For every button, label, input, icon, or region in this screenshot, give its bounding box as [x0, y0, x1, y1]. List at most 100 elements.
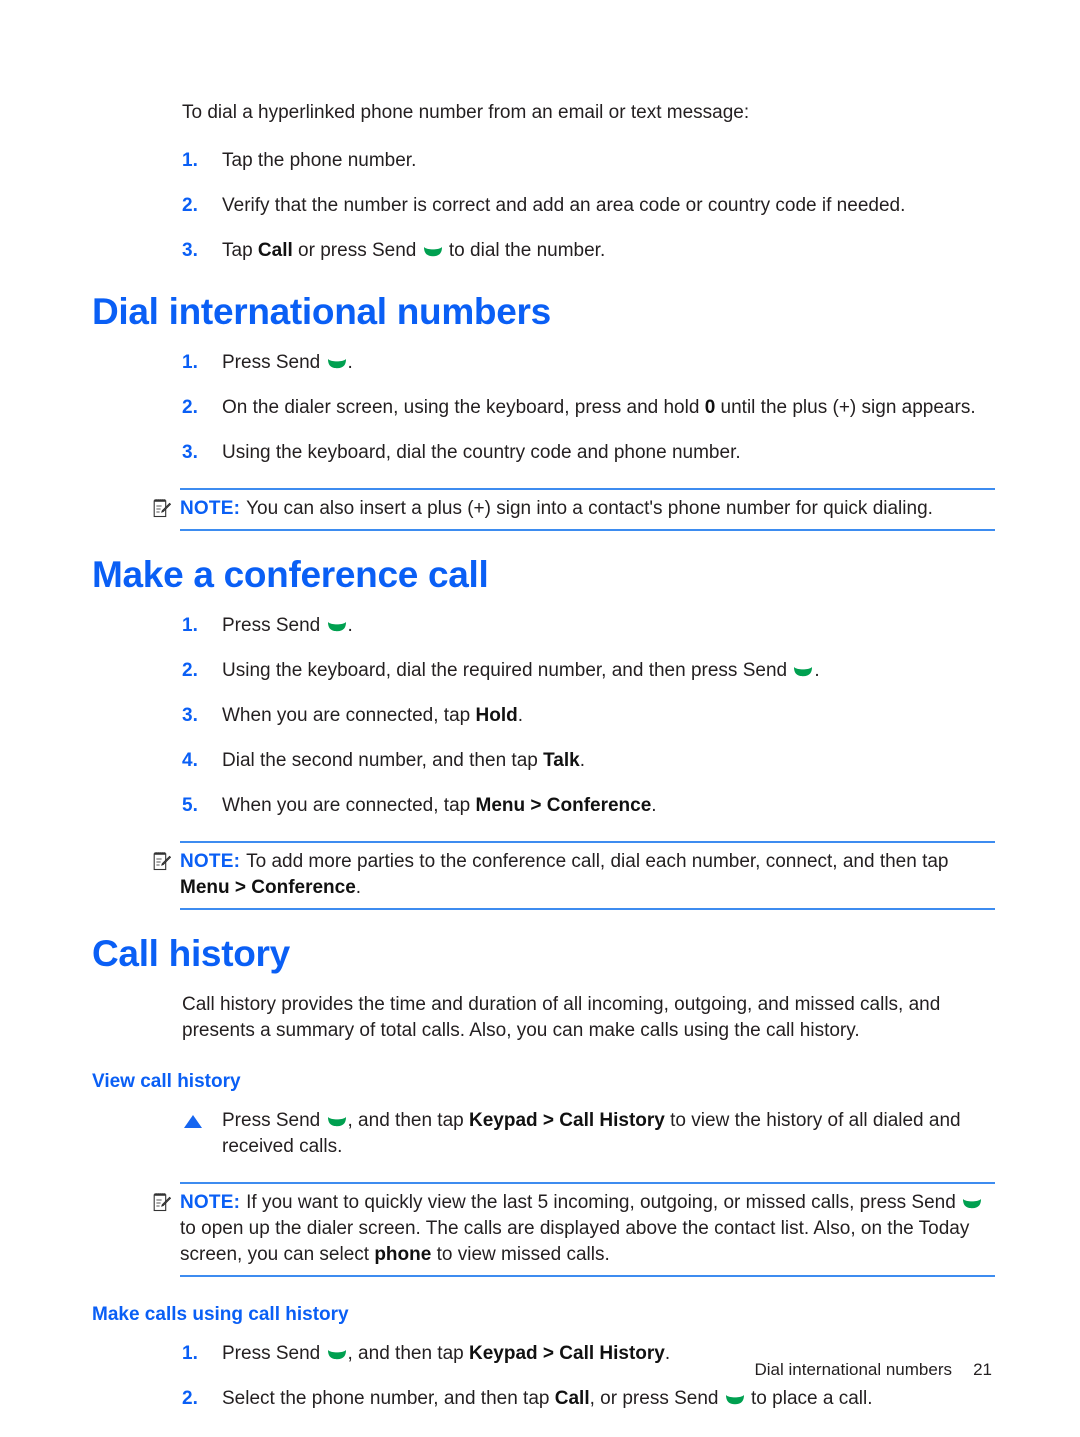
list-marker: 2. — [182, 397, 198, 418]
ui-term-talk: Talk — [543, 750, 580, 771]
list-item-text-mid: , or press Send — [589, 1388, 724, 1409]
list-item-text-mid: or press Send — [292, 240, 422, 261]
note-icon — [153, 851, 172, 871]
list-item-text: Using the keyboard, dial the country cod… — [222, 442, 741, 463]
note-body: NOTE: If you want to quickly view the las… — [180, 1182, 995, 1277]
call-history-paragraph: Call history provides the time and durat… — [182, 994, 941, 1041]
note-label: NOTE: — [180, 1192, 241, 1213]
note-text-post: . — [355, 877, 362, 898]
list-marker: 1. — [182, 615, 198, 636]
section-heading-call-history: Call history — [92, 933, 290, 974]
list-item: 3. When you are connected, tap Hold. — [182, 703, 995, 729]
list-item-text-pre: When you are connected, tap — [222, 705, 476, 726]
section-heading-dial-international-numbers: Dial international numbers — [92, 291, 551, 332]
list-item: 2. Verify that the number is correct and… — [182, 193, 995, 219]
list-item-text-mid: , and then tap — [347, 1110, 469, 1131]
note-block-call-history: NOTE: If you want to quickly view the las… — [153, 1182, 995, 1277]
intro-paragraph: To dial a hyperlinked phone number from … — [182, 102, 750, 123]
triangle-bullet-icon — [184, 1115, 202, 1128]
list-marker: 3. — [182, 442, 198, 463]
section-heading-make-a-conference-call: Make a conference call — [92, 554, 489, 595]
footer-page-number: 21 — [973, 1360, 992, 1379]
key-label-zero: 0 — [704, 397, 716, 418]
list-item-text-post: . — [814, 660, 820, 681]
list-marker: 1. — [182, 150, 198, 171]
note-label: NOTE: — [180, 498, 241, 519]
note-block-international: NOTE: You can also insert a plus (+) sign… — [153, 488, 995, 531]
note-icon — [153, 498, 172, 518]
ui-term-keypad-call-history: Keypad > Call History — [469, 1110, 665, 1131]
list-item: 2. Using the keyboard, dial the required… — [182, 658, 995, 684]
list-item-text-pre: Select the phone number, and then tap — [222, 1388, 555, 1409]
list-marker: 4. — [182, 750, 198, 771]
list-item: 3. Using the keyboard, dial the country … — [182, 440, 995, 466]
list-item: 1. Press Send . — [182, 613, 995, 639]
list-item: 2. Select the phone number, and then tap… — [182, 1386, 995, 1412]
ui-term-call: Call — [257, 240, 293, 261]
ui-term-call: Call — [554, 1388, 590, 1409]
list-item: 1. Press Send . — [182, 350, 995, 376]
send-icon — [793, 659, 813, 677]
list-item: 1. Tap the phone number. — [182, 148, 995, 174]
note-body: NOTE: To add more parties to the conferen… — [180, 841, 995, 910]
list-marker: 5. — [182, 795, 198, 816]
ui-term-hold: Hold — [475, 705, 518, 726]
note-body: NOTE: You can also insert a plus (+) sign… — [180, 488, 995, 531]
ui-term-menu-conference: Menu > Conference — [475, 795, 652, 816]
list-item: 5. When you are connected, tap Menu > Co… — [182, 793, 995, 819]
send-icon — [423, 239, 443, 257]
list-marker: 2. — [182, 195, 198, 216]
footer-breadcrumb: Dial international numbers — [754, 1360, 953, 1379]
list-item: 2. On the dialer screen, using the keybo… — [182, 395, 995, 421]
list-item-text-post: until the plus (+) sign appears. — [715, 397, 976, 418]
send-icon — [327, 1109, 347, 1127]
note-icon — [153, 1192, 172, 1212]
list-marker: 2. — [182, 1388, 198, 1409]
dial-international-steps-list: 1. Press Send . 2. On the dialer screen,… — [92, 350, 995, 466]
list-marker: 3. — [182, 240, 198, 261]
list-item-text-pre: Dial the second number, and then tap — [222, 750, 544, 771]
intro-steps-list: 1. Tap the phone number. 2. Verify that … — [92, 148, 995, 264]
note-text-pre: To add more parties to the conference ca… — [246, 851, 949, 872]
list-marker: 3. — [182, 705, 198, 726]
list-item-text-pre: When you are connected, tap — [222, 795, 476, 816]
send-icon — [327, 351, 347, 369]
note-text-post: to view missed calls. — [431, 1244, 610, 1265]
list-item-text: Verify that the number is correct and ad… — [222, 195, 906, 216]
list-item-text-post: . — [347, 615, 353, 636]
ui-term-menu-conference: Menu > Conference — [180, 877, 356, 898]
list-item-text-pre: Press Send — [222, 615, 326, 636]
list-item-text-post: . — [579, 750, 585, 771]
list-marker: 1. — [182, 352, 198, 373]
subsection-heading-make-calls-using-call-history: Make calls using call history — [92, 1304, 349, 1325]
view-call-history-bullet-list: Press Send , and then tap Keypad > Call … — [92, 1108, 995, 1160]
list-item-text-post: to dial the number. — [443, 240, 606, 261]
list-item-text-pre: Using the keyboard, dial the required nu… — [222, 660, 793, 681]
list-item-text-post: . — [347, 352, 353, 373]
note-text: You can also insert a plus (+) sign into… — [246, 498, 933, 519]
list-marker: 2. — [182, 660, 198, 681]
list-item: 3. Tap Call or press Send to dial the nu… — [182, 238, 995, 264]
list-item-text-post: . — [651, 795, 657, 816]
list-item-text-pre: Tap — [222, 240, 258, 261]
list-item-text-pre: Press Send — [222, 1110, 326, 1131]
list-item-text-pre: On the dialer screen, using the keyboard… — [222, 397, 705, 418]
list-item-text-pre: Press Send — [222, 352, 326, 373]
send-icon — [327, 614, 347, 632]
send-icon — [962, 1191, 982, 1209]
list-item: Press Send , and then tap Keypad > Call … — [182, 1108, 995, 1160]
list-item-text-post: to place a call. — [745, 1388, 873, 1409]
list-item-text: Tap the phone number. — [222, 150, 417, 171]
note-block-conference: NOTE: To add more parties to the conferen… — [153, 841, 995, 910]
send-icon — [725, 1387, 745, 1405]
note-label: NOTE: — [180, 851, 241, 872]
document-page: To dial a hyperlinked phone number from … — [0, 0, 1080, 1437]
list-item: 4. Dial the second number, and then tap … — [182, 748, 995, 774]
note-text-pre: If you want to quickly view the last 5 i… — [246, 1192, 962, 1213]
send-icon — [327, 1342, 347, 1360]
list-item-text-post: . — [517, 705, 523, 726]
conference-call-steps-list: 1. Press Send . 2. Using the keyboard, d… — [92, 613, 995, 819]
page-footer: Dial international numbers 21 — [0, 1359, 1080, 1381]
subsection-heading-view-call-history: View call history — [92, 1071, 241, 1092]
ui-term-phone: phone — [374, 1244, 432, 1265]
